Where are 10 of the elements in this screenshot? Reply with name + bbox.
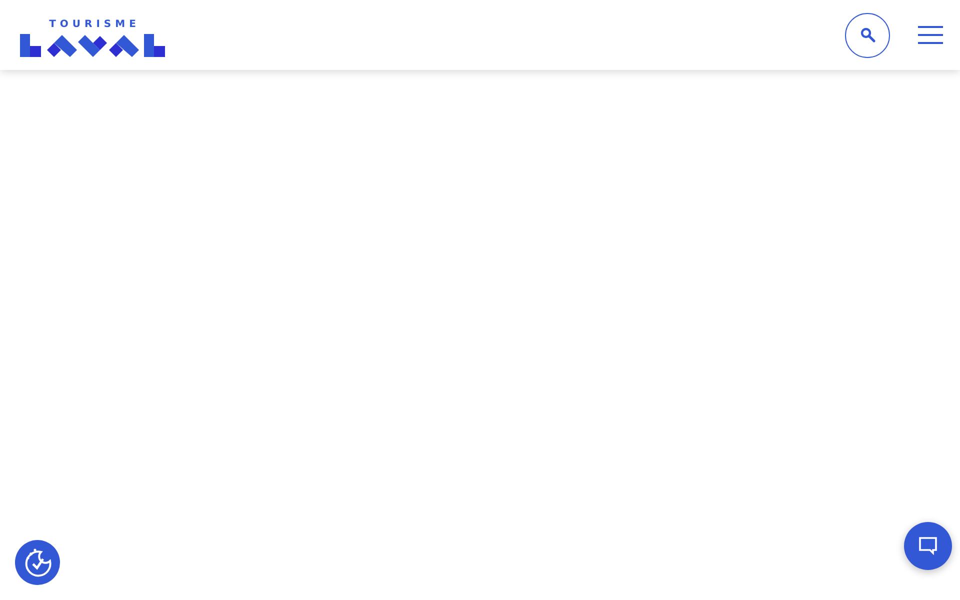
search-icon [860,27,876,43]
chat-button[interactable] [904,522,952,570]
menu-button[interactable] [918,26,943,44]
search-button[interactable] [845,12,890,58]
cookie-settings-button[interactable] [15,540,60,585]
logo-mark-icon [20,34,165,56]
menu-icon [918,26,943,44]
chat-icon [919,537,937,555]
logo-link[interactable]: TOURISME [20,20,165,56]
logo-text: TOURISME [48,20,140,30]
